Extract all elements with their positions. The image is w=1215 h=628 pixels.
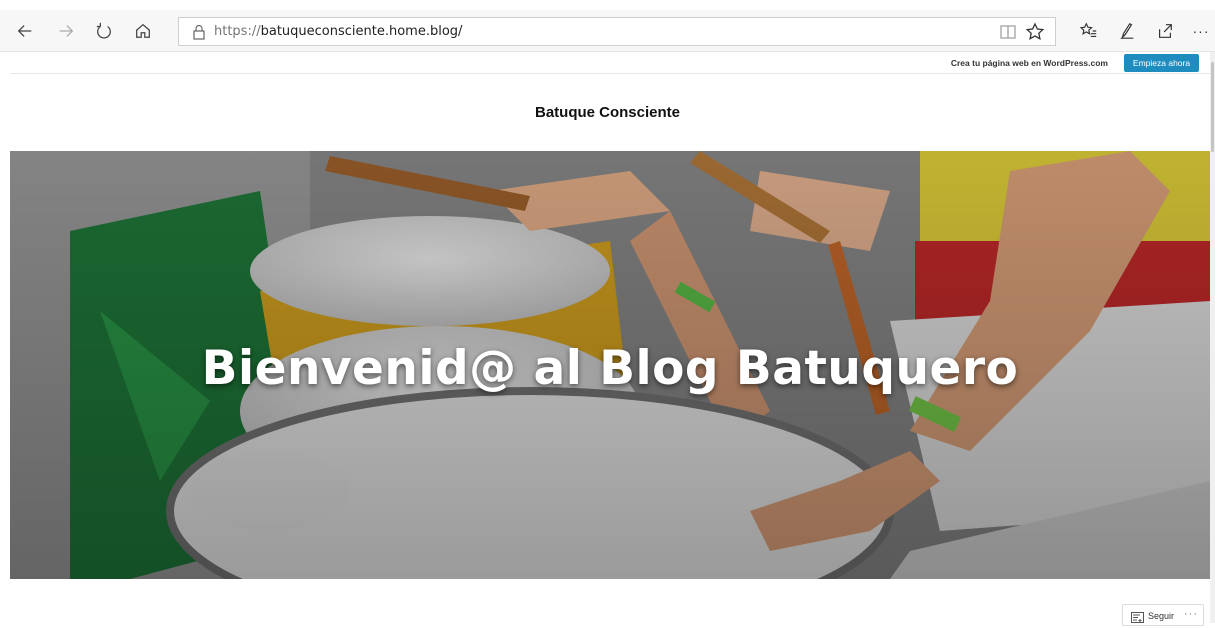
hero-heading: Bienvenid@ al Blog Batuquero	[201, 341, 1019, 396]
url-host: batuqueconsciente.home.blog/	[260, 24, 463, 39]
more-icon[interactable]: ···	[1190, 20, 1212, 42]
pen-icon[interactable]	[1116, 20, 1138, 42]
home-icon[interactable]	[132, 20, 154, 42]
browser-toolbar: https://batuqueconsciente.home.blog/ ···	[0, 10, 1215, 52]
site-title[interactable]: Batuque Consciente	[0, 104, 1215, 121]
wordpress-promo-bar: Crea tu página web en WordPress.com Empi…	[10, 52, 1210, 74]
share-icon[interactable]	[1154, 20, 1176, 42]
favorites-list-icon[interactable]	[1078, 20, 1100, 42]
wordpress-promo-link[interactable]: Crea tu página web en WordPress.com	[951, 58, 1108, 68]
follow-more-icon[interactable]: ···	[1184, 608, 1198, 620]
start-now-button[interactable]: Empieza ahora	[1124, 54, 1199, 72]
favorite-star-icon[interactable]	[1025, 22, 1045, 42]
follow-button[interactable]: Seguir	[1148, 611, 1174, 621]
back-icon[interactable]	[14, 20, 36, 42]
follow-icon	[1131, 610, 1144, 623]
forward-icon[interactable]	[55, 20, 77, 42]
refresh-icon[interactable]	[93, 20, 115, 42]
url-protocol: https://	[214, 24, 261, 39]
reading-view-icon[interactable]	[999, 23, 1017, 41]
page-scrollbar[interactable]	[1210, 52, 1215, 623]
lock-icon[interactable]	[191, 24, 207, 40]
address-bar[interactable]: https://batuqueconsciente.home.blog/	[178, 17, 1056, 46]
hero-banner: Bienvenid@ al Blog Batuquero	[10, 151, 1210, 579]
url-text[interactable]: https://batuqueconsciente.home.blog/	[214, 24, 462, 39]
